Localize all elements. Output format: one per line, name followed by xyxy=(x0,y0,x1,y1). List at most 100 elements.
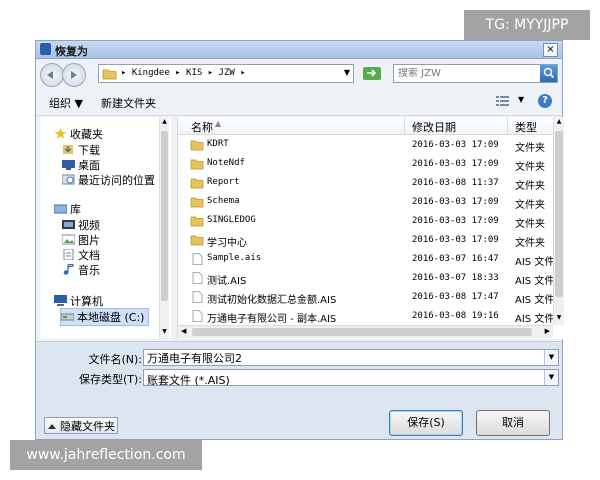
file-date: 2016-03-03 17:09 xyxy=(412,159,499,169)
file-icon xyxy=(190,272,204,284)
nav-libraries-label: 库 xyxy=(70,203,81,216)
app-icon xyxy=(40,43,51,55)
search-input[interactable] xyxy=(398,68,528,79)
scrollbar-thumb[interactable] xyxy=(555,131,563,297)
save-button[interactable]: 保存(S) xyxy=(389,410,463,436)
filename-dropdown-icon[interactable]: ▼ xyxy=(544,350,558,365)
file-list-vertical-scrollbar[interactable]: ▲ ▼ xyxy=(553,117,564,325)
file-row[interactable]: 测试.AIS 2016-03-07 18:33 AIS 文件 xyxy=(178,269,555,288)
column-header-modified[interactable]: 修改日期 xyxy=(412,119,456,135)
nav-pictures[interactable]: 图片 xyxy=(61,232,100,248)
filename-field[interactable]: ▼ xyxy=(143,349,559,366)
nav-pictures-label: 图片 xyxy=(78,234,100,247)
nav-music[interactable]: 音乐 xyxy=(62,262,100,278)
file-row[interactable]: SINGLEDOG 2016-03-03 17:09 文件夹 xyxy=(178,212,553,231)
organize-menu[interactable]: 组织 ▼ xyxy=(49,95,83,111)
file-type: 文件夹 xyxy=(515,181,545,192)
file-name: 测试.AIS xyxy=(207,276,247,287)
pictures-icon xyxy=(61,234,76,245)
nav-documents[interactable]: 文档 xyxy=(62,247,100,263)
search-box[interactable] xyxy=(393,64,558,83)
scroll-right-icon[interactable]: ▶ xyxy=(545,327,550,335)
cancel-button[interactable]: 取消 xyxy=(476,410,550,436)
command-bar: 组织 ▼ 新建文件夹 ▼ ? xyxy=(36,89,562,116)
file-date: 2016-03-08 17:47 xyxy=(412,292,499,302)
file-row[interactable]: Schema 2016-03-03 17:09 文件夹 xyxy=(178,193,553,212)
scroll-up-icon[interactable]: ▲ xyxy=(555,118,563,128)
column-header-name[interactable]: 名称 xyxy=(191,119,213,135)
nav-favorites-label: 收藏夹 xyxy=(70,128,103,141)
file-type: 文件夹 xyxy=(515,162,545,173)
file-name: NoteNdf xyxy=(207,158,245,168)
filename-input[interactable] xyxy=(147,351,527,364)
scrollbar-thumb[interactable] xyxy=(192,328,532,336)
nav-downloads-label: 下载 xyxy=(78,144,100,157)
column-header-type[interactable]: 类型 xyxy=(515,119,537,135)
file-type: AIS 文件 xyxy=(515,295,555,306)
file-date: 2016-03-03 17:09 xyxy=(412,216,499,226)
save-fields: 文件名(N): ▼ 保存类型(T): 账套文件 (*.AIS) ▼ xyxy=(36,341,562,402)
drive-icon xyxy=(60,311,75,322)
folder-icon xyxy=(190,215,204,227)
view-options-icon[interactable] xyxy=(496,96,509,106)
file-date: 2016-03-03 17:09 xyxy=(412,197,499,207)
scroll-down-icon[interactable]: ▼ xyxy=(161,328,168,338)
file-type: 文件夹 xyxy=(515,238,545,249)
filetype-select[interactable]: 账套文件 (*.AIS) ▼ xyxy=(143,369,559,387)
filetype-label: 保存类型(T): xyxy=(78,373,142,386)
nav-videos[interactable]: 视频 xyxy=(62,217,100,233)
nav-desktop[interactable]: 桌面 xyxy=(62,157,100,173)
file-row[interactable]: 测试初始化数据汇总金额.AIS 2016-03-08 17:47 AIS 文件 xyxy=(178,288,555,307)
file-name: KDRT xyxy=(207,139,229,149)
close-button[interactable]: × xyxy=(543,43,558,57)
watermark-top: TG: MYYJJPP xyxy=(464,10,590,40)
scroll-up-icon[interactable]: ▲ xyxy=(161,118,168,128)
refresh-icon[interactable] xyxy=(361,64,383,83)
file-row[interactable]: Report 2016-03-08 11:37 文件夹 xyxy=(178,174,553,193)
view-dropdown-icon[interactable]: ▼ xyxy=(518,95,524,104)
nav-pane-scrollbar[interactable]: ▲ ▼ xyxy=(159,117,169,339)
scroll-down-icon[interactable]: ▼ xyxy=(555,314,563,324)
new-folder-button[interactable]: 新建文件夹 xyxy=(101,95,156,111)
file-row[interactable]: 学习中心 2016-03-03 17:09 文件夹 xyxy=(178,231,553,250)
search-icon[interactable] xyxy=(540,65,557,82)
file-list-horizontal-scrollbar[interactable]: ◀ ▶ xyxy=(178,325,553,338)
filetype-value: 账套文件 (*.AIS) xyxy=(147,374,230,387)
chevron-down-icon[interactable]: ▼ xyxy=(344,68,350,77)
nav-downloads[interactable]: 下载 xyxy=(62,142,100,158)
nav-computer[interactable]: 计算机 xyxy=(54,293,103,309)
file-row[interactable]: 万通电子有限公司 - 副本.AIS 2016-03-08 19:16 AIS 文件 xyxy=(178,307,554,326)
sort-ascending-icon: ▲ xyxy=(215,119,222,128)
file-row[interactable]: Sample.ais 2016-03-07 16:47 AIS 文件 xyxy=(178,250,555,269)
nav-music-label: 音乐 xyxy=(78,264,100,277)
file-date: 2016-03-07 18:33 xyxy=(412,273,499,283)
file-icon xyxy=(190,253,204,265)
navigation-pane: 收藏夹 下载 桌面 最近访问的位置 库 视频 图片 文档 音乐 计算机 本地磁盘… xyxy=(40,117,171,339)
forward-button[interactable] xyxy=(62,63,86,87)
back-button[interactable] xyxy=(40,63,64,87)
dialog-footer: 隐藏文件夹 保存(S) 取消 xyxy=(36,402,562,439)
video-icon xyxy=(62,219,75,230)
breadcrumb[interactable]: ▸ Kingdee ▸ KIS ▸ JZW ▸ xyxy=(121,68,246,78)
file-type: AIS 文件 xyxy=(515,257,555,268)
nav-recent-places[interactable]: 最近访问的位置 xyxy=(61,172,155,188)
filetype-dropdown-icon[interactable]: ▼ xyxy=(544,370,558,385)
file-row[interactable]: KDRT 2016-03-03 17:09 文件夹 xyxy=(178,136,553,155)
file-name: 万通电子有限公司 - 副本.AIS xyxy=(207,314,337,325)
hide-folders-button[interactable]: 隐藏文件夹 xyxy=(44,417,118,434)
nav-videos-label: 视频 xyxy=(78,219,100,232)
file-date: 2016-03-07 16:47 xyxy=(412,254,499,264)
scroll-left-icon[interactable]: ◀ xyxy=(181,327,186,335)
file-name: Report xyxy=(207,177,240,187)
file-row[interactable]: NoteNdf 2016-03-03 17:09 文件夹 xyxy=(178,155,553,174)
file-icon xyxy=(190,291,204,303)
file-date: 2016-03-03 17:09 xyxy=(412,235,499,245)
nav-local-disk-c[interactable]: 本地磁盘 (C:) xyxy=(60,308,150,326)
scrollbar-thumb[interactable] xyxy=(161,131,168,301)
nav-favorites[interactable]: 收藏夹 xyxy=(54,126,103,142)
file-type: AIS 文件 xyxy=(515,276,555,287)
file-list: 名称 ▲ 修改日期 类型 KDRT 2016-03-03 17:09 文件夹 Note… xyxy=(177,117,564,339)
address-bar[interactable]: ▸ Kingdee ▸ KIS ▸ JZW ▸ ▼ xyxy=(98,64,354,83)
help-icon[interactable]: ? xyxy=(538,94,552,108)
nav-libraries[interactable]: 库 xyxy=(53,201,81,217)
